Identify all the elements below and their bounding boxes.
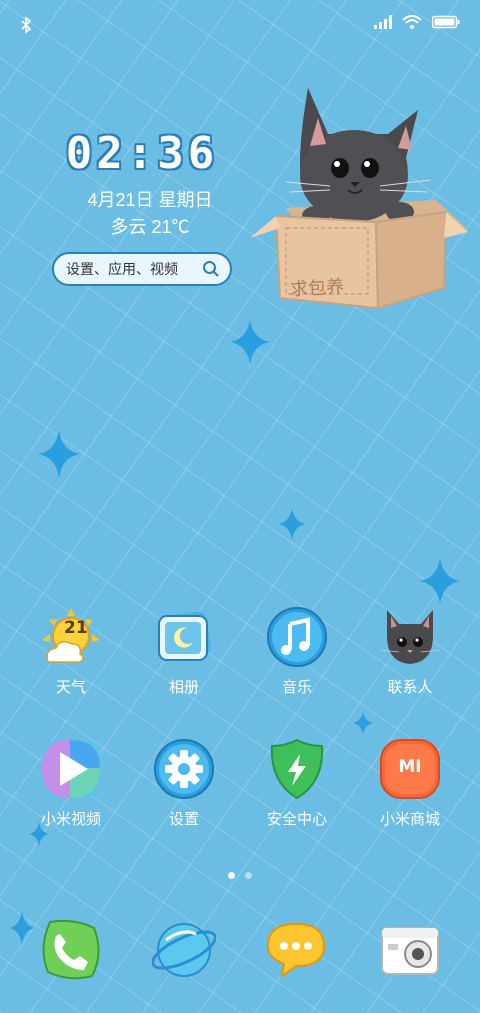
search-bar[interactable]	[52, 252, 232, 286]
app-label: 设置	[168, 811, 199, 828]
security-shield-icon	[270, 738, 324, 800]
sparkle-decoration	[9, 911, 35, 945]
sparkle-decoration	[353, 711, 373, 735]
page-dot[interactable]	[245, 872, 252, 879]
wifi-icon	[402, 15, 422, 29]
cat-in-box-sticker[interactable]: 求包养	[246, 88, 476, 318]
app-music[interactable]: 音乐	[252, 606, 342, 697]
app-label: 小米视频	[40, 811, 101, 828]
settings-gear-icon	[154, 739, 214, 799]
app-label: 音乐	[281, 679, 312, 696]
sparkle-decoration	[420, 558, 460, 604]
app-settings[interactable]: 设置	[139, 738, 229, 829]
cat-in-box-icon	[250, 88, 468, 310]
sparkle-decoration	[38, 430, 80, 478]
weather-badge: 21	[64, 618, 88, 638]
messages-icon[interactable]	[264, 918, 328, 982]
app-contacts[interactable]: 联系人	[365, 606, 455, 697]
app-label: 安全中心	[266, 811, 327, 828]
app-label: 小米商城	[379, 811, 440, 828]
page-dot-active[interactable]	[228, 872, 235, 879]
app-gallery[interactable]: 相册	[139, 606, 229, 697]
clock-time[interactable]: 02:36	[52, 128, 232, 179]
page-indicator[interactable]	[228, 872, 252, 879]
sparkle-decoration	[230, 320, 270, 364]
search-input[interactable]	[64, 260, 208, 278]
browser-icon[interactable]	[152, 918, 216, 982]
box-text: 求包养	[289, 276, 345, 300]
weather-label[interactable]: 多云 21℃	[40, 213, 260, 239]
app-video[interactable]: 小米视频	[26, 738, 116, 829]
app-label: 相册	[168, 679, 199, 696]
app-mi-store[interactable]: MI 小米商城	[365, 738, 455, 829]
search-icon[interactable]	[202, 260, 220, 278]
phone-icon[interactable]	[38, 918, 102, 982]
music-icon	[267, 607, 327, 667]
app-label: 天气	[55, 679, 86, 696]
battery-icon	[432, 15, 460, 29]
app-label: 联系人	[387, 679, 433, 696]
camera-icon[interactable]	[378, 918, 442, 982]
bluetooth-icon	[21, 16, 32, 34]
video-icon	[42, 740, 100, 798]
signal-icon	[374, 15, 392, 29]
contacts-cat-icon	[380, 610, 440, 664]
status-bar	[0, 0, 480, 50]
app-security[interactable]: 安全中心	[252, 738, 342, 829]
gallery-icon	[158, 611, 211, 661]
app-weather[interactable]: 21 天气	[26, 606, 116, 697]
date-label[interactable]: 4月21日 星期日	[40, 186, 260, 212]
mi-logo-text: MI	[398, 757, 422, 777]
sparkle-decoration	[278, 508, 306, 540]
